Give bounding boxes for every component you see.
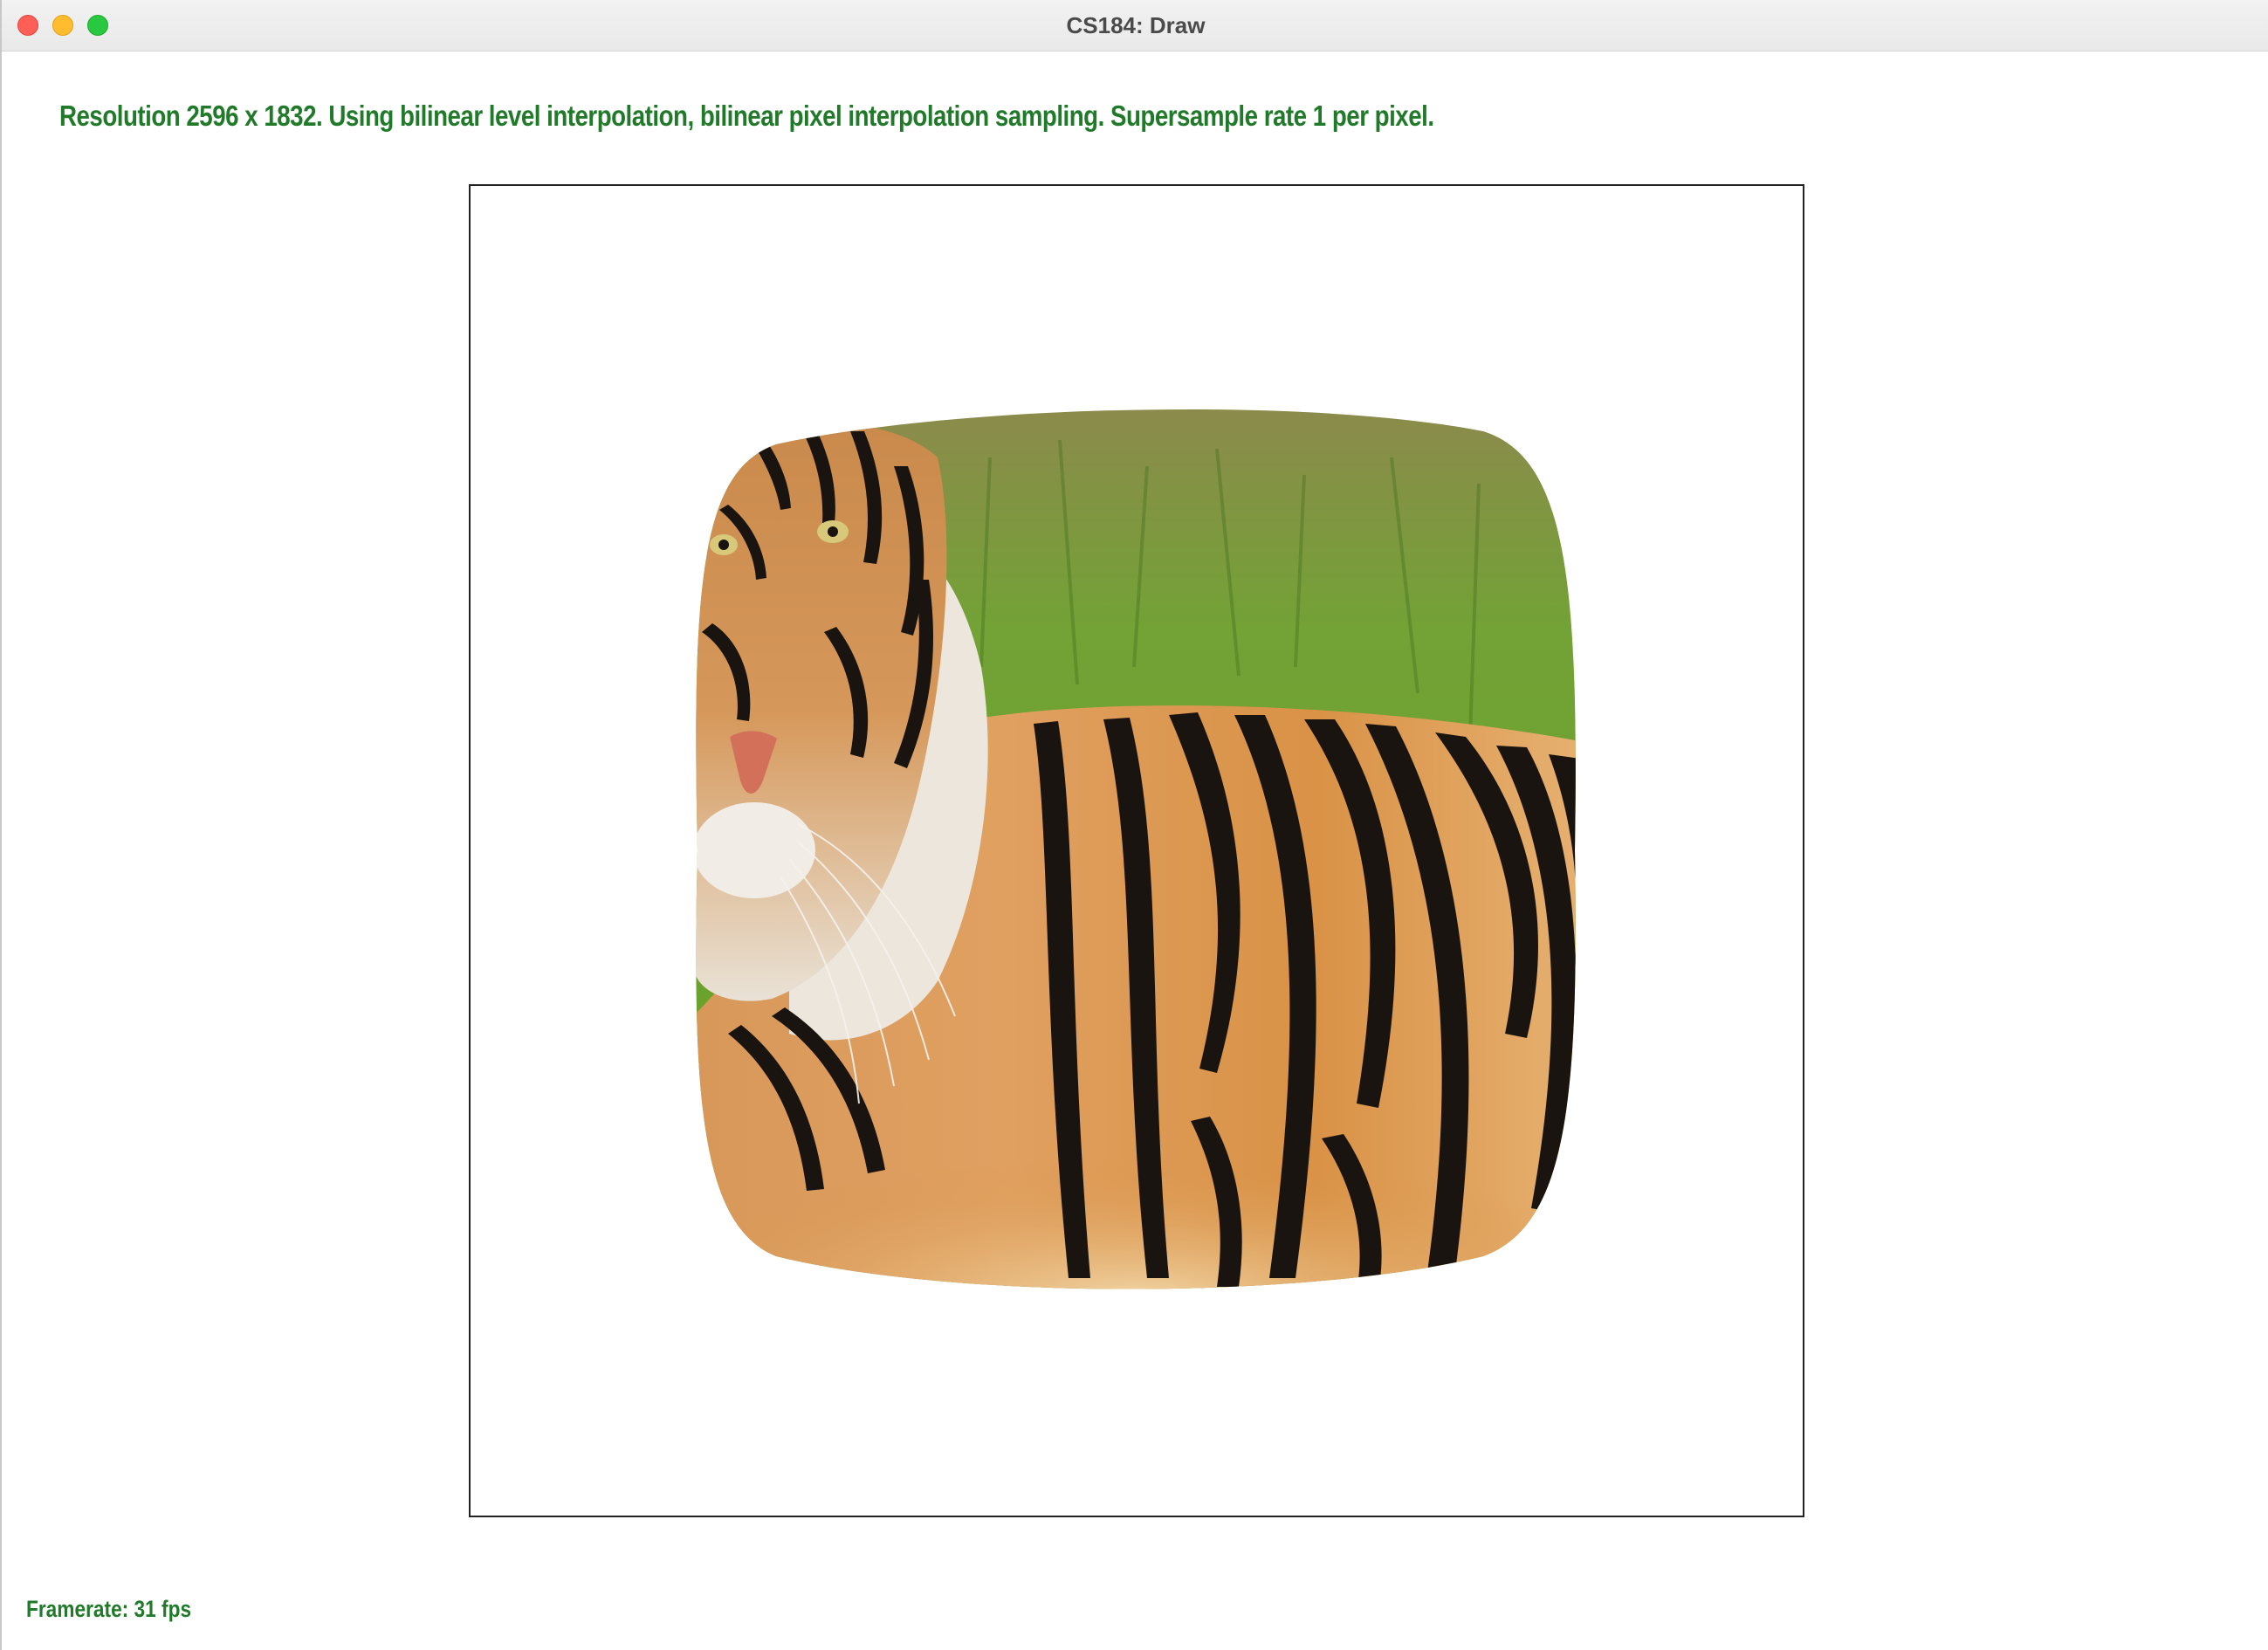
render-status-text: Resolution 2596 x 1832. Using bilinear l… [59,100,1434,132]
window-title: CS184: Draw [1066,12,1206,38]
tiger-texture-image [696,409,1576,1289]
app-window: CS184: Draw Resolution 2596 x 1832. Usin… [0,0,2268,1650]
title-bar[interactable]: CS184: Draw [2,0,2268,52]
framerate-text: Framerate: 31 fps [26,1596,192,1622]
